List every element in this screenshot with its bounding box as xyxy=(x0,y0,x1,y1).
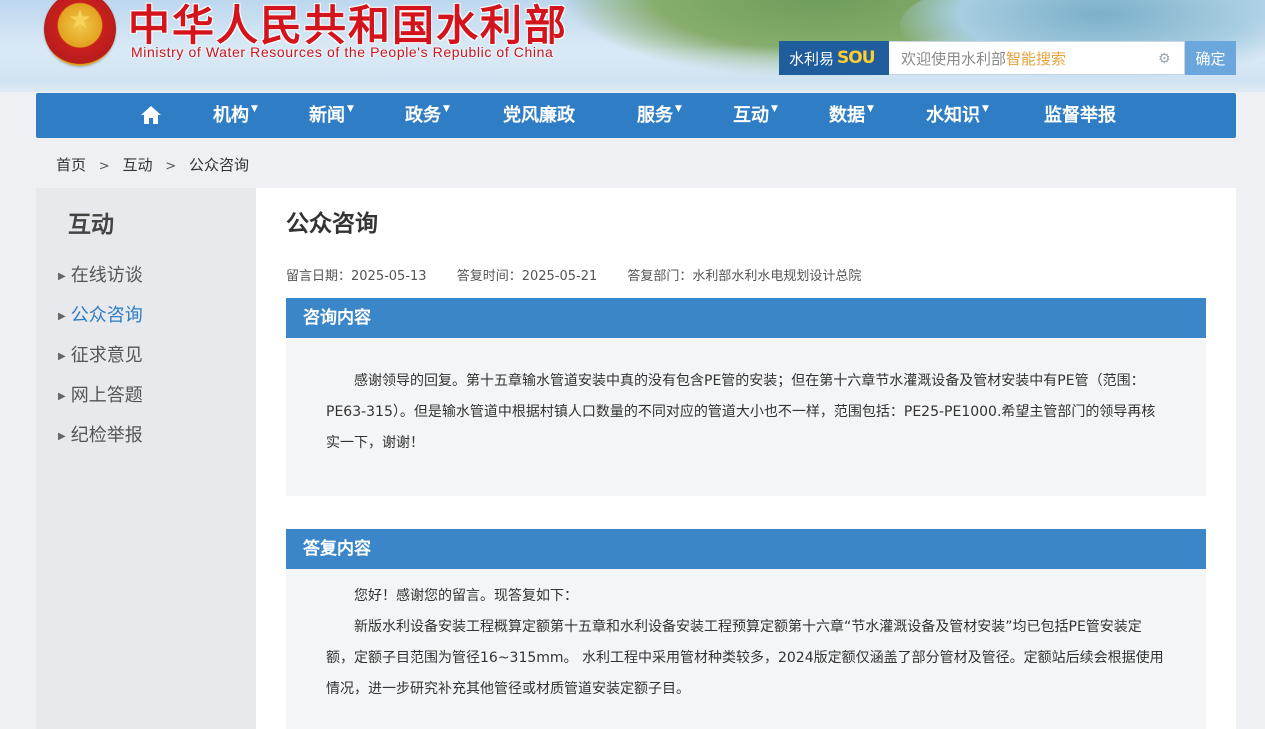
nav-item-xinwen[interactable]: 新闻 ▼ xyxy=(309,93,354,138)
message-meta: 留言日期：2025-05-13 答复时间：2025-05-21 答复部门：水利部… xyxy=(286,265,887,284)
chevron-down-icon: ▼ xyxy=(982,104,989,114)
nav-item-hudong[interactable]: 互动 ▼ xyxy=(733,93,778,138)
nav-item-zhengwu[interactable]: 政务 ▼ xyxy=(405,93,450,138)
chevron-down-icon: ▼ xyxy=(251,104,258,114)
breadcrumb-home[interactable]: 首页 xyxy=(56,156,86,174)
nav-item-dangfeng[interactable]: 党风廉政 xyxy=(503,93,575,138)
sidebar-item-wangshangdati[interactable]: ▶ 网上答题 xyxy=(58,381,143,407)
nav-item-fuwu[interactable]: 服务 ▼ xyxy=(637,93,682,138)
reply-heading: 答复内容 xyxy=(286,529,1206,569)
emblem-star-icon: ★ xyxy=(68,5,92,35)
sidebar: 互动 ▶ 在线访谈 ▶ 公众咨询 ▶ 征求意见 ▶ 网上答题 ▶ 纪检举报 xyxy=(36,188,256,729)
reply-text: 新版水利设备安装工程概算定额第十五章和水利设备安装工程预算定额第十六章“节水灌溉… xyxy=(326,619,1164,697)
inquiry-text: 感谢领导的回复。第十五章输水管道安装中真的没有包含PE管的安装；但在第十六章节水… xyxy=(326,373,1156,451)
inquiry-heading: 咨询内容 xyxy=(286,298,1206,338)
triangle-right-icon: ▶ xyxy=(58,311,66,322)
nav-item-jigou[interactable]: 机构 ▼ xyxy=(213,93,258,138)
search-submit-button[interactable]: 确定 xyxy=(1185,41,1236,75)
site-subtitle: Ministry of Water Resources of the Peopl… xyxy=(131,44,554,60)
main-content: 公众咨询 留言日期：2025-05-13 答复时间：2025-05-21 答复部… xyxy=(256,188,1236,729)
chevron-down-icon: ▼ xyxy=(771,104,778,114)
search-placeholder-highlight: 智能搜索 xyxy=(1006,49,1067,68)
search-brand-label: 水利易 xyxy=(789,49,835,68)
nav-item-shuju[interactable]: 数据 ▼ xyxy=(829,93,874,138)
reply-date: 答复时间：2025-05-21 xyxy=(456,269,598,284)
main-nav: 机构 ▼ 新闻 ▼ 政务 ▼ 党风廉政 服务 ▼ 互动 ▼ 数据 ▼ 水知识 ▼ 监督举报 xyxy=(36,93,1236,138)
breadcrumb: 首页 > 互动 > 公众咨询 xyxy=(56,154,249,175)
sidebar-item-zhengqiuyijian[interactable]: ▶ 征求意见 xyxy=(58,341,143,367)
breadcrumb-separator: > xyxy=(98,159,110,174)
chevron-down-icon: ▼ xyxy=(443,104,450,114)
nav-item-shuizhishi[interactable]: 水知识 ▼ xyxy=(926,93,989,138)
message-date: 留言日期：2025-05-13 xyxy=(286,269,427,284)
chevron-down-icon: ▼ xyxy=(867,104,874,114)
sidebar-item-jijianjubao[interactable]: ▶ 纪检举报 xyxy=(58,421,143,447)
breadcrumb-hudong[interactable]: 互动 xyxy=(122,156,152,174)
page-title: 公众咨询 xyxy=(286,211,378,237)
sidebar-item-gongzhongzixun[interactable]: ▶ 公众咨询 xyxy=(58,301,143,327)
breadcrumb-separator: > xyxy=(165,159,177,174)
breadcrumb-current: 公众咨询 xyxy=(188,156,249,174)
reply-department: 答复部门：水利部水利水电规划设计总院 xyxy=(627,269,862,284)
reply-body: 您好！感谢您的留言。现答复如下： 新版水利设备安装工程概算定额第十五章和水利设备… xyxy=(286,569,1206,729)
sidebar-title: 互动 xyxy=(68,212,114,238)
search-placeholder-prefix: 欢迎使用水利部 xyxy=(901,49,1007,68)
search-input[interactable]: 欢迎使用水利部 智能搜索 ⚙ xyxy=(889,41,1185,75)
chevron-down-icon: ▼ xyxy=(347,104,354,114)
search-bar: 水利易 SOU 欢迎使用水利部 智能搜索 ⚙ 确定 xyxy=(779,41,1236,75)
triangle-right-icon: ▶ xyxy=(58,391,66,402)
gear-icon[interactable]: ⚙ xyxy=(1158,52,1172,66)
triangle-right-icon: ▶ xyxy=(58,351,66,362)
nav-item-jiandu[interactable]: 监督举报 xyxy=(1044,93,1116,138)
triangle-right-icon: ▶ xyxy=(58,271,66,282)
triangle-right-icon: ▶ xyxy=(58,431,66,442)
sidebar-item-zaixianfangtan[interactable]: ▶ 在线访谈 xyxy=(58,261,143,287)
inquiry-body: 感谢领导的回复。第十五章输水管道安装中真的没有包含PE管的安装；但在第十六章节水… xyxy=(286,338,1206,496)
chevron-down-icon: ▼ xyxy=(675,104,682,114)
search-brand-sou: SOU xyxy=(837,48,875,68)
reply-greeting: 您好！感谢您的留言。现答复如下： xyxy=(354,588,578,604)
search-brand: 水利易 SOU xyxy=(779,41,889,75)
home-icon[interactable] xyxy=(140,105,162,125)
